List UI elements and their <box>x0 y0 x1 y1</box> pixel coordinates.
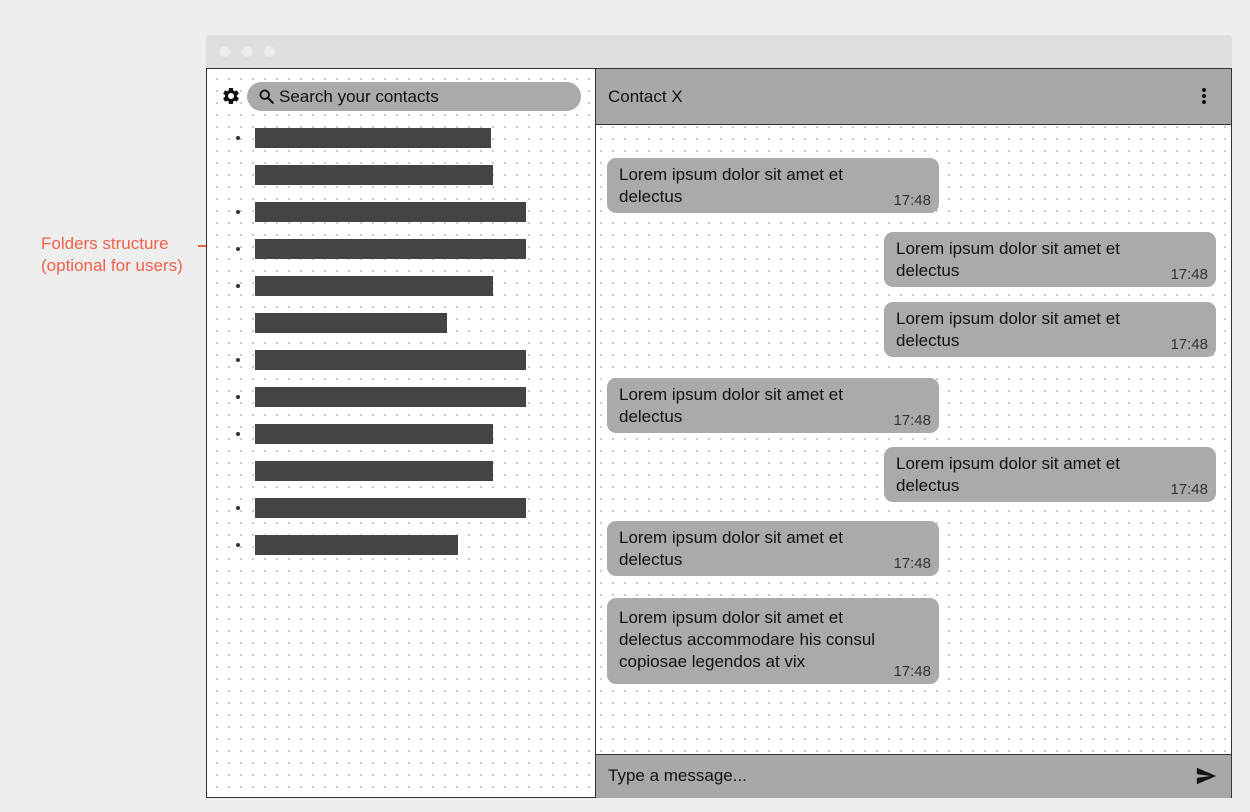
folder-bullet <box>236 210 240 214</box>
message-time: 17:48 <box>893 412 931 429</box>
contact-item[interactable] <box>255 535 458 555</box>
folder-bullet <box>236 247 240 251</box>
message-bubble-incoming[interactable]: Lorem ipsum dolor sit amet et delectus 1… <box>607 158 939 213</box>
contact-item[interactable] <box>255 239 526 259</box>
folder-bullet <box>236 358 240 362</box>
chat-header: Contact X <box>596 69 1231 125</box>
folder-bullet <box>236 506 240 510</box>
message-time: 17:48 <box>893 663 931 680</box>
message-text: Lorem ipsum dolor sit amet et delectus <box>619 528 843 569</box>
gear-icon[interactable] <box>221 86 241 106</box>
contact-item[interactable] <box>255 128 491 148</box>
message-bubble-outgoing[interactable]: Lorem ipsum dolor sit amet et delectus 1… <box>884 447 1216 502</box>
message-bubble-incoming[interactable]: Lorem ipsum dolor sit amet et delectus 1… <box>607 521 939 576</box>
message-composer <box>596 754 1231 798</box>
search-input[interactable] <box>279 82 569 111</box>
contacts-sidebar <box>207 69 596 797</box>
folder-bullet <box>236 432 240 436</box>
annotation-line-2: (optional for users) <box>41 256 183 275</box>
annotation-note: Folders structure (optional for users) <box>41 233 183 277</box>
search-box[interactable] <box>247 82 581 111</box>
window-control-dot[interactable] <box>242 46 253 57</box>
folder-bullet <box>236 395 240 399</box>
annotation-line-1: Folders structure <box>41 234 169 253</box>
message-bubble-outgoing[interactable]: Lorem ipsum dolor sit amet et delectus 1… <box>884 232 1216 287</box>
message-time: 17:48 <box>1170 266 1208 283</box>
contact-item[interactable] <box>255 387 526 407</box>
window-control-dot[interactable] <box>264 46 275 57</box>
message-text: Lorem ipsum dolor sit amet et delectus <box>619 165 843 206</box>
contact-item[interactable] <box>255 461 493 481</box>
contact-name: Contact X <box>608 87 683 106</box>
message-time: 17:48 <box>1170 336 1208 353</box>
messenger-app: Contact X Lorem ipsum dolor sit amet et … <box>206 68 1232 798</box>
folder-bullet <box>236 136 240 140</box>
contact-item[interactable] <box>255 276 493 296</box>
chat-panel: Contact X Lorem ipsum dolor sit amet et … <box>596 69 1231 798</box>
contact-item[interactable] <box>255 202 526 222</box>
message-text: Lorem ipsum dolor sit amet et delectus <box>896 239 1120 280</box>
contact-item[interactable] <box>255 350 526 370</box>
contact-item[interactable] <box>255 313 447 333</box>
contact-item[interactable] <box>255 498 526 518</box>
message-bubble-incoming[interactable]: Lorem ipsum dolor sit amet et delectus a… <box>607 598 939 684</box>
message-bubble-outgoing[interactable]: Lorem ipsum dolor sit amet et delectus 1… <box>884 302 1216 357</box>
message-time: 17:48 <box>893 192 931 209</box>
message-bubble-incoming[interactable]: Lorem ipsum dolor sit amet et delectus 1… <box>607 378 939 433</box>
window-titlebar <box>206 35 1232 68</box>
contact-item[interactable] <box>255 165 493 185</box>
contact-item[interactable] <box>255 424 493 444</box>
message-text: Lorem ipsum dolor sit amet et delectus <box>896 309 1120 350</box>
search-icon <box>259 89 274 104</box>
window-control-dot[interactable] <box>219 46 230 57</box>
message-text: Lorem ipsum dolor sit amet et delectus a… <box>619 608 876 671</box>
message-time: 17:48 <box>893 555 931 572</box>
message-text: Lorem ipsum dolor sit amet et delectus <box>619 385 843 426</box>
message-input[interactable] <box>608 763 1168 789</box>
folder-bullet <box>236 284 240 288</box>
app-window: Contact X Lorem ipsum dolor sit amet et … <box>206 35 1232 798</box>
folder-bullet <box>236 543 240 547</box>
more-vertical-icon[interactable] <box>1194 86 1214 106</box>
message-text: Lorem ipsum dolor sit amet et delectus <box>896 454 1120 495</box>
send-icon[interactable] <box>1195 765 1217 787</box>
message-time: 17:48 <box>1170 481 1208 498</box>
